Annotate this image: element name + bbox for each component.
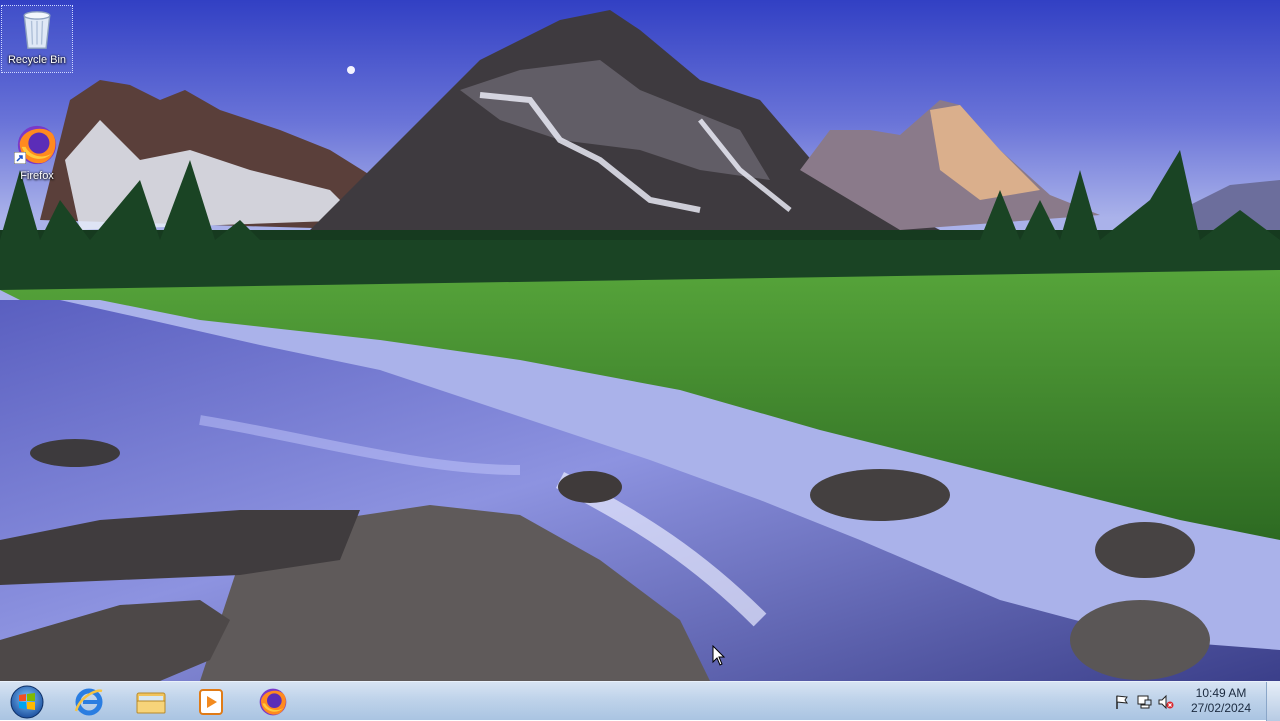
flag-icon[interactable] <box>1114 694 1130 710</box>
mouse-cursor-icon <box>712 645 726 666</box>
taskbar-file-explorer-button[interactable] <box>122 683 180 720</box>
desktop-icon-label: Recycle Bin <box>7 54 67 66</box>
taskbar-media-player-button[interactable] <box>182 683 240 720</box>
system-tray: 10:49 AM 27/02/2024 <box>1110 682 1280 721</box>
show-desktop-button[interactable] <box>1266 682 1280 721</box>
desktop-icon-recycle-bin[interactable]: Recycle Bin <box>1 5 73 73</box>
desktop-icon-label: Firefox <box>20 170 54 182</box>
clock-time: 10:49 AM <box>1195 686 1247 700</box>
wallpaper <box>0 0 1280 681</box>
desktop-icon-firefox[interactable]: Firefox <box>2 122 72 182</box>
clock[interactable]: 10:49 AM 27/02/2024 <box>1186 686 1256 716</box>
desktop[interactable]: Recycle Bin Firefox <box>0 0 1280 681</box>
clock-date: 27/02/2024 <box>1190 701 1252 715</box>
taskbar: 10:49 AM 27/02/2024 <box>0 681 1280 721</box>
recycle-bin-icon <box>23 11 51 49</box>
firefox-icon <box>259 688 287 715</box>
media-player-icon <box>199 688 223 715</box>
windows-logo-icon <box>10 685 44 718</box>
taskbar-internet-explorer-button[interactable] <box>60 683 118 720</box>
shortcut-arrow-icon <box>14 152 26 164</box>
volume-muted-icon[interactable] <box>1158 694 1174 710</box>
folder-icon <box>136 692 166 713</box>
start-button[interactable] <box>0 683 54 720</box>
internet-explorer-icon <box>74 688 103 715</box>
network-icon[interactable] <box>1136 694 1152 710</box>
taskbar-firefox-button[interactable] <box>244 683 302 720</box>
